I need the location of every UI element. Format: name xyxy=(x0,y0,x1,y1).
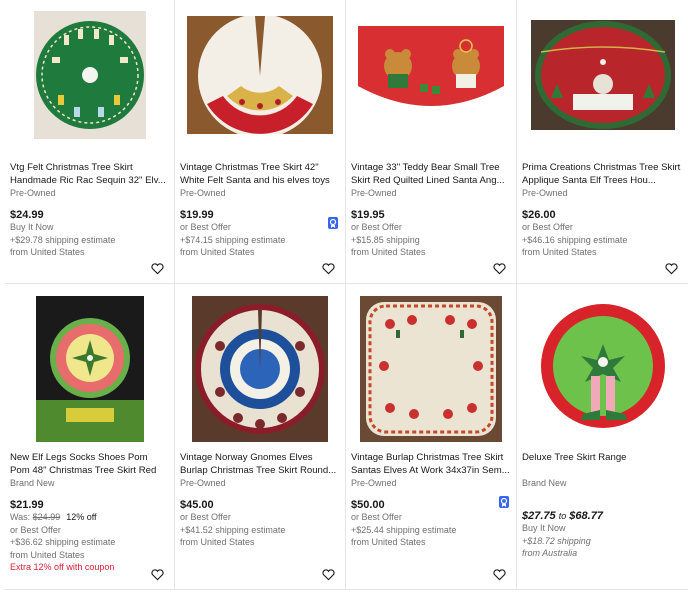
listing-card[interactable]: Vintage Burlap Christmas Tree Skirt Sant… xyxy=(346,284,517,590)
watch-heart-icon[interactable] xyxy=(322,263,335,275)
purchase-format: or Best Offer xyxy=(180,222,231,232)
watch-heart-icon[interactable] xyxy=(493,569,506,581)
listing-image[interactable] xyxy=(351,294,511,444)
listing-image[interactable] xyxy=(180,10,340,140)
item-location: from United States xyxy=(522,247,597,257)
item-location: from United States xyxy=(10,247,85,257)
listing-card[interactable]: Vintage 33" Teddy Bear Small Tree Skirt … xyxy=(346,0,517,284)
listing-image[interactable] xyxy=(180,294,340,444)
purchase-format: or Best Offer xyxy=(180,512,231,522)
listing-condition: Brand New xyxy=(522,478,567,488)
shipping-cost: +$15.85 shipping xyxy=(351,234,420,245)
listing-image[interactable] xyxy=(10,294,169,444)
listing-price-range: $27.75 to $68.77 xyxy=(522,510,603,522)
watch-heart-icon[interactable] xyxy=(665,263,678,275)
watch-heart-icon[interactable] xyxy=(151,569,164,581)
item-location: from United States xyxy=(180,247,255,257)
shipping-cost: +$74.15 shipping estimate xyxy=(180,234,286,245)
listing-title[interactable]: Deluxe Tree Skirt Range xyxy=(522,452,683,477)
listing-condition: Pre-Owned xyxy=(351,188,397,198)
shipping-cost: +$36.62 shipping estimate xyxy=(10,537,116,547)
listing-condition: Pre-Owned xyxy=(180,478,226,488)
original-price: Was: $24.99 12% off xyxy=(10,512,97,522)
results-grid: Vtg Felt Christmas Tree Skirt Handmade R… xyxy=(0,0,692,600)
listing-title[interactable]: Vintage 33" Teddy Bear Small Tree Skirt … xyxy=(351,162,511,187)
listing-card[interactable]: Vtg Felt Christmas Tree Skirt Handmade R… xyxy=(5,0,175,284)
listing-price: $24.99 xyxy=(10,209,44,221)
coupon-offer[interactable]: Extra 12% off with coupon xyxy=(10,561,169,574)
listing-condition: Pre-Owned xyxy=(10,188,56,198)
listing-card[interactable]: Prima Creations Christmas Tree Skirt App… xyxy=(517,0,688,284)
shipping-cost: +$18.72 shipping xyxy=(522,535,591,546)
listing-card[interactable]: New Elf Legs Socks Shoes Pom Pom 48" Chr… xyxy=(5,284,175,590)
listing-price: $19.99 xyxy=(180,209,214,221)
shipping-cost: +$29.78 shipping estimate xyxy=(10,234,116,245)
top-rated-icon xyxy=(328,217,338,229)
listing-image[interactable] xyxy=(522,294,683,444)
item-location: from United States xyxy=(180,537,255,547)
discount-label: 12% off xyxy=(66,512,97,522)
listing-price: $45.00 xyxy=(180,499,214,511)
purchase-format: Buy It Now xyxy=(10,222,54,232)
shipping-cost: +$41.52 shipping estimate xyxy=(180,524,286,535)
listing-price: $50.00 xyxy=(351,499,385,511)
listing-price: $19.95 xyxy=(351,209,385,221)
purchase-format: or Best Offer xyxy=(351,512,402,522)
listing-image[interactable] xyxy=(10,10,169,140)
listing-image[interactable] xyxy=(351,10,511,140)
listing-title[interactable]: Vtg Felt Christmas Tree Skirt Handmade R… xyxy=(10,162,169,187)
listing-card[interactable]: Vintage Christmas Tree Skirt 42" White F… xyxy=(175,0,346,284)
purchase-format: Buy It Now xyxy=(522,523,566,533)
watch-heart-icon[interactable] xyxy=(493,263,506,275)
listing-image[interactable] xyxy=(522,10,683,140)
listing-title[interactable]: Vintage Burlap Christmas Tree Skirt Sant… xyxy=(351,452,511,477)
purchase-format: or Best Offer xyxy=(522,222,573,232)
item-location: from United States xyxy=(351,247,426,257)
listing-title[interactable]: Vintage Christmas Tree Skirt 42" White F… xyxy=(180,162,340,187)
listing-card[interactable]: Vintage Norway Gnomes Elves Burlap Chris… xyxy=(175,284,346,590)
listing-card[interactable]: Deluxe Tree Skirt Range Brand New $27.75… xyxy=(517,284,688,590)
purchase-format: or Best Offer xyxy=(351,222,402,232)
listing-price: $21.99 xyxy=(10,499,44,511)
listing-price: $26.00 xyxy=(522,209,556,221)
listing-condition: Pre-Owned xyxy=(522,188,568,198)
purchase-format: or Best Offer xyxy=(10,524,61,535)
listing-condition: Brand New xyxy=(10,478,55,488)
listing-condition: Pre-Owned xyxy=(180,188,226,198)
item-location: from Australia xyxy=(522,548,578,558)
top-rated-icon xyxy=(499,496,509,508)
shipping-cost: +$46.16 shipping estimate xyxy=(522,234,628,245)
item-location: from United States xyxy=(351,537,426,547)
listing-title[interactable]: New Elf Legs Socks Shoes Pom Pom 48" Chr… xyxy=(10,452,169,477)
listing-condition: Pre-Owned xyxy=(351,478,397,488)
watch-heart-icon[interactable] xyxy=(322,569,335,581)
shipping-cost: +$25.44 shipping estimate xyxy=(351,524,457,535)
item-location: from United States xyxy=(10,549,85,560)
watch-heart-icon[interactable] xyxy=(151,263,164,275)
listing-title[interactable]: Vintage Norway Gnomes Elves Burlap Chris… xyxy=(180,452,340,477)
listing-title[interactable]: Prima Creations Christmas Tree Skirt App… xyxy=(522,162,683,187)
